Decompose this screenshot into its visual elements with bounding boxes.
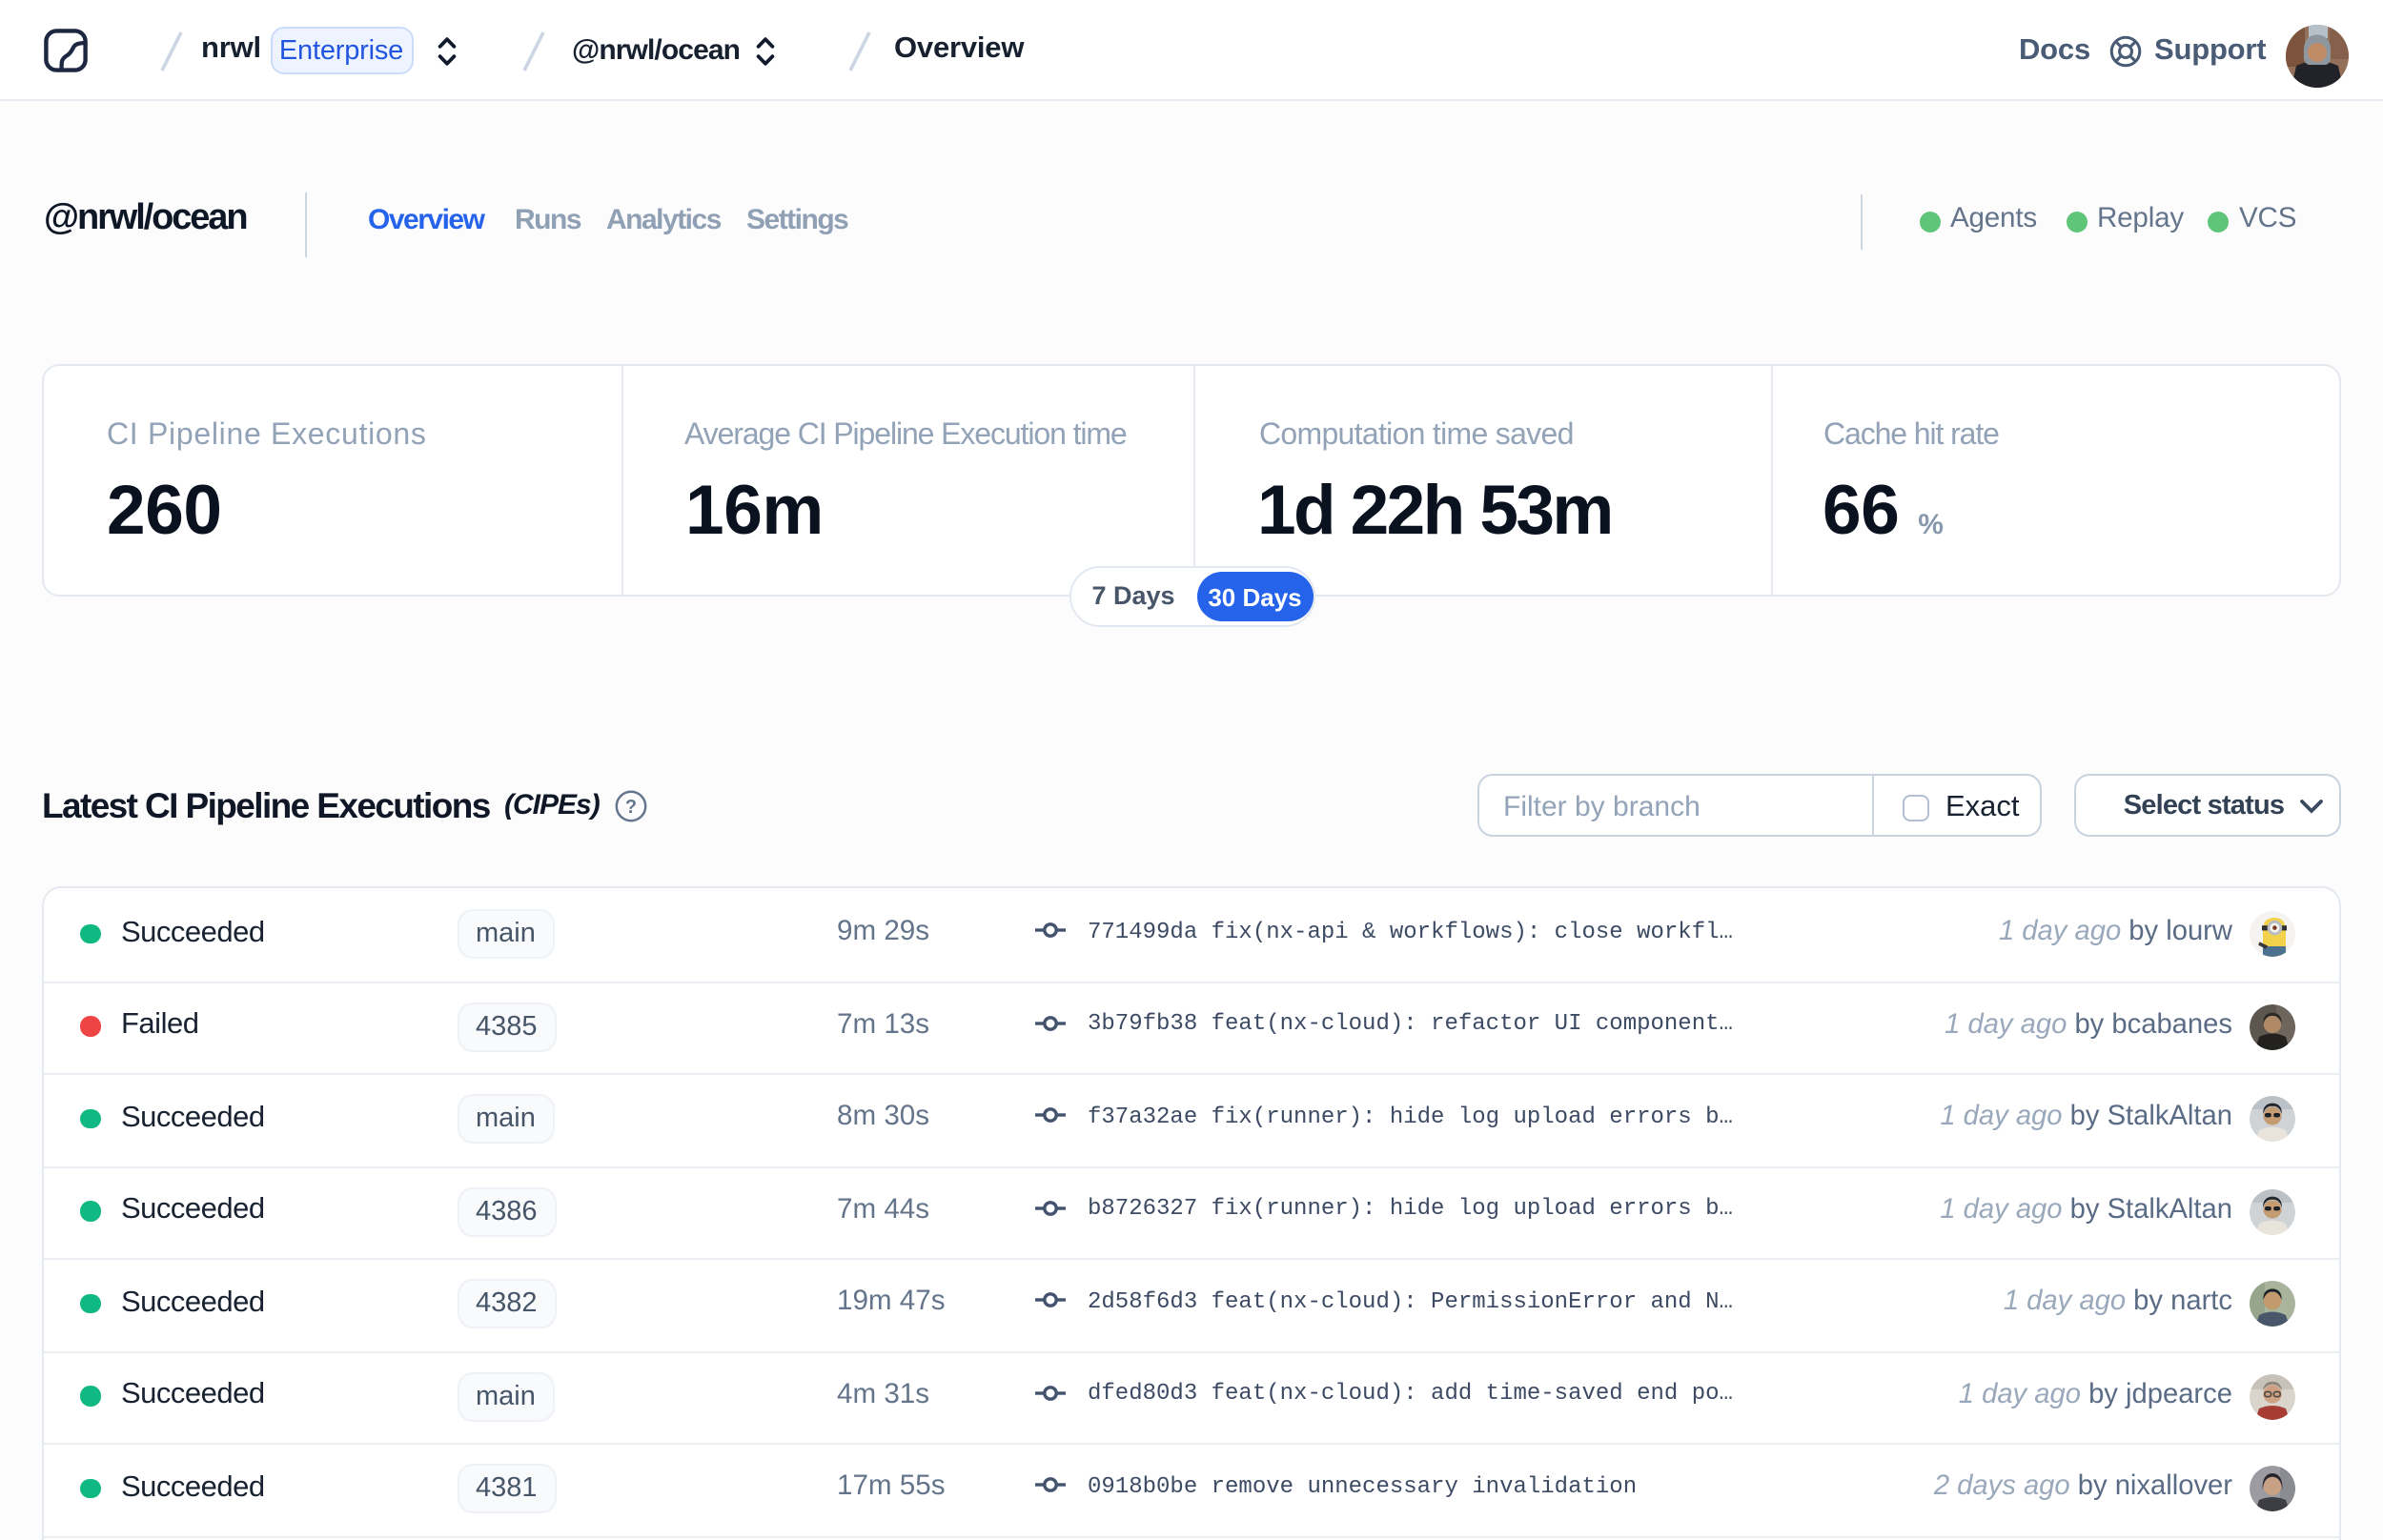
svg-text:?: ? (624, 797, 636, 818)
